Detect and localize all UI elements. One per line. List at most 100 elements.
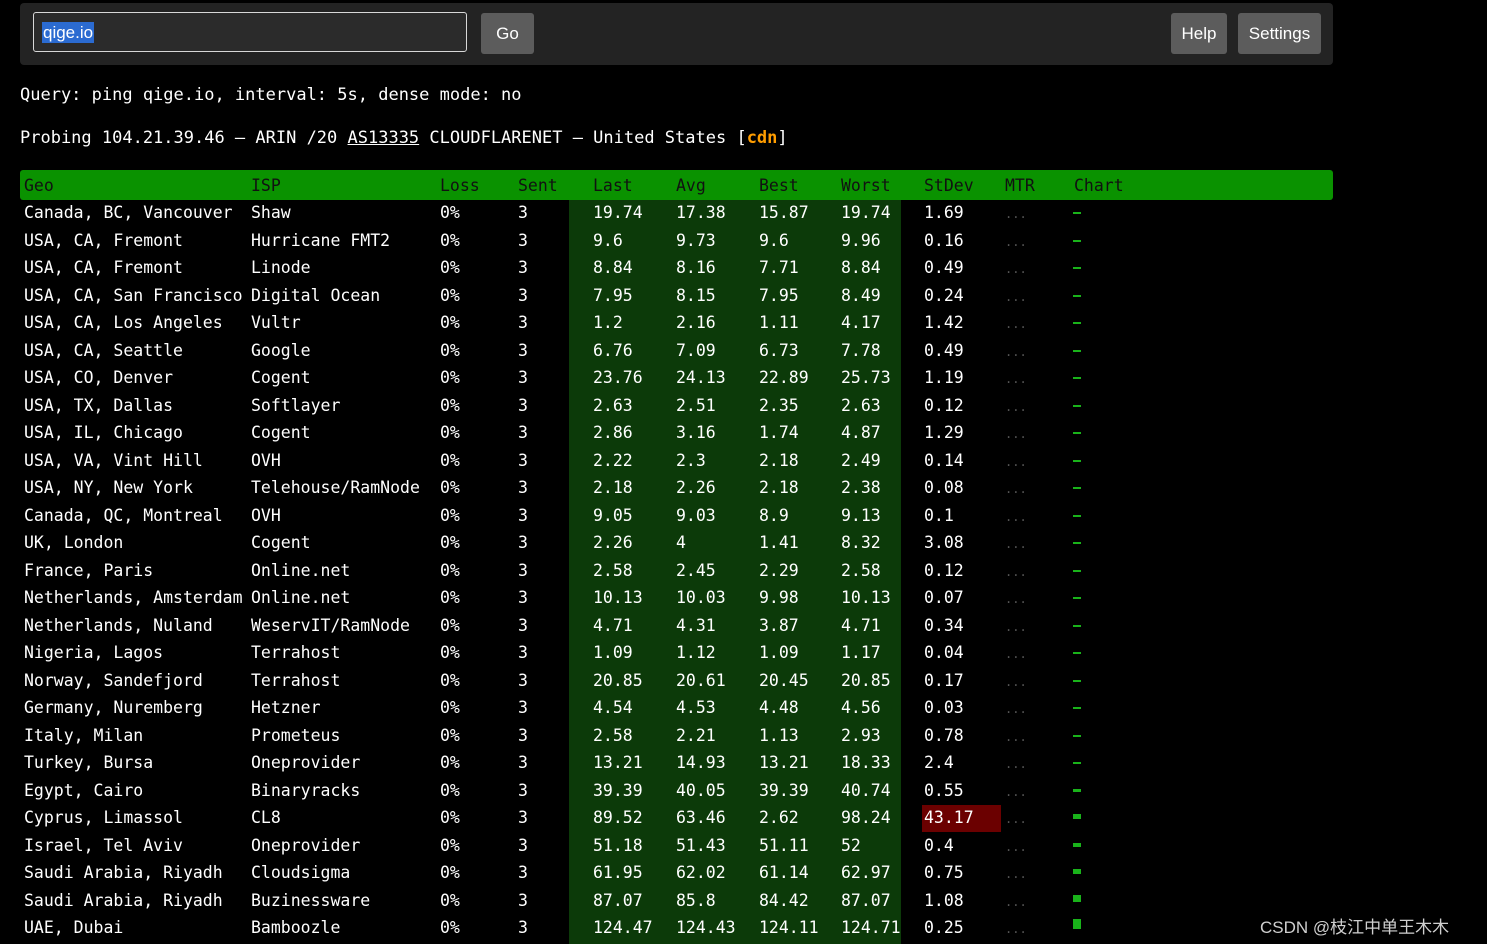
mtr-link[interactable]: ...	[1005, 647, 1027, 661]
table-row: UK, London Cogent 0% 3 2.26 4 1.41 8.32 3.08...	[20, 530, 1333, 558]
mtr-link[interactable]: ...	[1005, 867, 1027, 881]
cell-best: 7.71	[759, 258, 799, 277]
mtr-link[interactable]: ...	[1005, 620, 1027, 634]
search-selection: qige.io	[42, 22, 95, 43]
mtr-link[interactable]: ...	[1005, 592, 1027, 606]
table-row: USA, VA, Vint Hill OVH 0% 3 2.22 2.3 2.18 2.49 0…	[20, 448, 1333, 476]
latency-chart-bar	[1073, 239, 1081, 242]
cell-isp: Google	[251, 340, 311, 360]
mtr-link[interactable]: ...	[1005, 675, 1027, 689]
go-button[interactable]: Go	[481, 13, 534, 54]
cell-isp: Online.net	[251, 560, 351, 580]
table-row: USA, CO, Denver Cogent 0% 3 23.76 24.13 22.89 2…	[20, 365, 1333, 393]
mtr-link[interactable]: ...	[1005, 262, 1027, 276]
mtr-link[interactable]: ...	[1005, 290, 1027, 304]
mtr-link[interactable]: ...	[1005, 537, 1027, 551]
cell-stdev: 0.16	[924, 230, 964, 250]
mtr-link[interactable]: ...	[1005, 482, 1027, 496]
column-header-last: Last	[593, 176, 633, 195]
cell-worst: 19.74	[841, 203, 891, 222]
latency-chart-bar	[1073, 788, 1081, 792]
cell-last: 10.13	[593, 588, 643, 607]
cell-worst: 87.07	[841, 890, 891, 910]
latency-chart-bar	[1073, 377, 1081, 379]
cell-worst: 52	[841, 835, 861, 855]
cell-last: 61.95	[593, 863, 643, 882]
mtr-link[interactable]: ...	[1005, 840, 1027, 854]
cell-isp: Linode	[251, 258, 311, 277]
cell-avg: 10.03	[676, 588, 726, 607]
mtr-link[interactable]: ...	[1005, 785, 1027, 799]
cell-worst: 4.71	[841, 615, 881, 635]
cell-avg: 14.93	[676, 753, 726, 772]
latency-chart-bar	[1073, 514, 1081, 517]
cell-sent: 3	[518, 835, 528, 855]
mtr-link[interactable]: ...	[1005, 207, 1027, 221]
mtr-link[interactable]: ...	[1005, 317, 1027, 331]
latency-chart-bar	[1073, 542, 1081, 544]
mtr-link[interactable]: ...	[1005, 565, 1027, 579]
mtr-link[interactable]: ...	[1005, 510, 1027, 524]
latency-chart-bar	[1073, 707, 1081, 709]
table-row: Saudi Arabia, Riyadh Cloudsigma 0% 3 61.95 62…	[20, 860, 1333, 888]
cell-geo: Egypt, Cairo	[24, 780, 144, 800]
cell-geo: USA, CA, Fremont	[24, 258, 183, 277]
cell-best: 13.21	[759, 753, 809, 772]
mtr-link[interactable]: ...	[1005, 730, 1027, 744]
cell-avg: 2.16	[676, 313, 716, 332]
mtr-link[interactable]: ...	[1005, 922, 1027, 936]
cell-best: 2.35	[759, 395, 799, 415]
mtr-link[interactable]: ...	[1005, 345, 1027, 359]
cell-avg: 51.43	[676, 835, 726, 855]
cell-avg: 9.73	[676, 230, 716, 250]
cell-geo: Italy, Milan	[24, 725, 144, 745]
cell-best: 7.95	[759, 285, 799, 305]
cell-last: 20.85	[593, 670, 643, 690]
cell-last: 2.58	[593, 725, 633, 745]
cell-geo: USA, CA, Los Angeles	[24, 313, 223, 332]
asn-link[interactable]: AS13335	[348, 128, 420, 148]
cell-worst: 10.13	[841, 588, 891, 607]
cell-avg: 3.16	[676, 423, 716, 442]
cell-sent: 3	[518, 725, 528, 745]
cell-worst: 8.32	[841, 533, 881, 552]
cell-stdev: 1.08	[924, 890, 964, 910]
help-button[interactable]: Help	[1171, 13, 1227, 54]
cell-best: 15.87	[759, 203, 809, 222]
mtr-link[interactable]: ...	[1005, 427, 1027, 441]
cell-best: 4.48	[759, 698, 799, 717]
latency-chart-bar	[1073, 814, 1081, 819]
cell-best: 1.74	[759, 423, 799, 442]
mtr-link[interactable]: ...	[1005, 400, 1027, 414]
cell-worst: 62.97	[841, 863, 891, 882]
mtr-link[interactable]: ...	[1005, 235, 1027, 249]
cell-loss: 0%	[440, 890, 460, 910]
settings-button[interactable]: Settings	[1238, 13, 1321, 54]
latency-chart-bar	[1073, 597, 1081, 599]
cell-best: 9.98	[759, 588, 799, 607]
column-header-loss: Loss	[440, 176, 480, 195]
cell-worst: 2.49	[841, 450, 881, 470]
cell-isp: Vultr	[251, 313, 301, 332]
cell-geo: Turkey, Bursa	[24, 753, 154, 772]
cell-geo: Netherlands, Nuland	[24, 615, 213, 635]
cell-isp: Terrahost	[251, 643, 341, 662]
cell-stdev: 0.17	[924, 670, 964, 690]
cell-sent: 3	[518, 533, 528, 552]
search-input[interactable]	[33, 12, 467, 52]
mtr-link[interactable]: ...	[1005, 455, 1027, 469]
cell-avg: 85.8	[676, 890, 716, 910]
mtr-link[interactable]: ...	[1005, 812, 1027, 826]
mtr-link[interactable]: ...	[1005, 757, 1027, 771]
mtr-link[interactable]: ...	[1005, 372, 1027, 386]
cell-worst: 4.87	[841, 423, 881, 442]
mtr-link[interactable]: ...	[1005, 702, 1027, 716]
cell-avg: 2.45	[676, 560, 716, 580]
table-row: USA, IL, Chicago Cogent 0% 3 2.86 3.16 1.74 4.8…	[20, 420, 1333, 448]
cell-isp: Hetzner	[251, 698, 321, 717]
cell-last: 6.76	[593, 340, 633, 360]
cell-loss: 0%	[440, 560, 460, 580]
mtr-link[interactable]: ...	[1005, 895, 1027, 909]
cell-last: 1.09	[593, 643, 633, 662]
cell-stdev: 0.08	[924, 478, 964, 497]
